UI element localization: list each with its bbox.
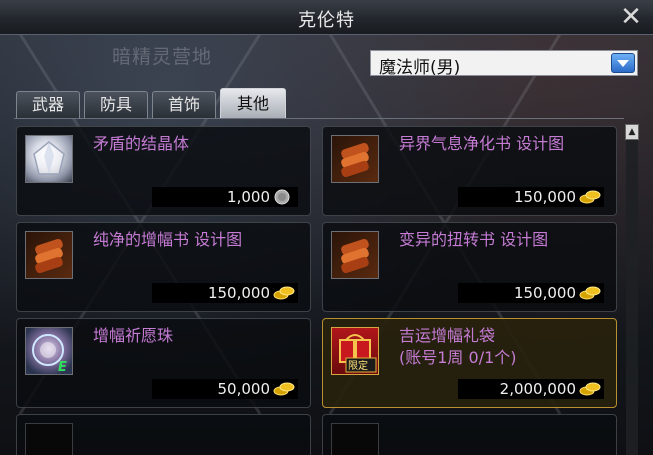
crystal-icon: [25, 135, 73, 183]
item-name: 吉运增幅礼袋 (账号1周 0/1个): [399, 326, 517, 367]
scrollbar-track[interactable]: [626, 126, 638, 455]
wish-orb-icon: E: [25, 327, 73, 375]
close-icon[interactable]: ✕: [617, 3, 645, 31]
class-select-value: 魔法师(男): [379, 58, 461, 78]
item-name: 矛盾的结晶体: [93, 134, 190, 153]
location-label: 暗精灵营地: [112, 46, 213, 68]
tab-weapons[interactable]: 武器: [16, 91, 80, 118]
gold-coin-icon: [273, 285, 295, 301]
class-select[interactable]: 魔法师(男): [370, 50, 638, 78]
shop-item[interactable]: E 增幅祈愿珠 50,000: [16, 318, 311, 408]
item-price: 150,000: [513, 284, 576, 302]
scroll-book-icon: [331, 135, 379, 183]
shop-item[interactable]: 变异的扭转书 设计图 150,000: [322, 222, 617, 312]
gold-coin-icon: [579, 381, 601, 397]
price-box: 150,000: [458, 283, 604, 303]
item-price: 150,000: [513, 188, 576, 206]
shop-item-empty: [322, 414, 617, 455]
title-bar: 克伦特 ✕: [0, 0, 653, 35]
scroll-book-icon: [25, 231, 73, 279]
item-name: 变异的扭转书 设计图: [399, 230, 549, 249]
item-badge: 限定: [348, 359, 368, 372]
scroll-book-icon: [331, 231, 379, 279]
tab-armor[interactable]: 防具: [84, 91, 148, 118]
shop-item[interactable]: 矛盾的结晶体 1,000: [16, 126, 311, 216]
price-box: 2,000,000: [458, 379, 604, 399]
shop-item[interactable]: 异界气息净化书 设计图 150,000: [322, 126, 617, 216]
gold-coin-icon: [579, 285, 601, 301]
item-price: 150,000: [207, 284, 270, 302]
price-box: 50,000: [152, 379, 298, 399]
price-box: 150,000: [458, 187, 604, 207]
chevron-down-icon[interactable]: [611, 53, 635, 73]
item-name: 增幅祈愿珠: [93, 326, 174, 345]
item-price: 1,000: [227, 188, 270, 206]
shop-item[interactable]: 纯净的增幅书 设计图 150,000: [16, 222, 311, 312]
gold-coin-icon: [273, 381, 295, 397]
empty-slot: [25, 423, 73, 455]
tab-accessories[interactable]: 首饰: [152, 91, 216, 118]
price-box: 150,000: [152, 283, 298, 303]
item-price: 2,000,000: [499, 380, 576, 398]
item-badge: E: [58, 360, 67, 374]
npc-shop-window: 克伦特 ✕ 暗精灵营地 魔法师(男) 武器 防具 首饰 其他 矛盾的结晶体 1,…: [0, 0, 653, 455]
shop-item-empty: [16, 414, 311, 455]
silver-coin-icon: [273, 189, 295, 205]
item-price: 50,000: [217, 380, 271, 398]
tab-divider: [14, 118, 624, 119]
scroll-up-icon[interactable]: ▲: [625, 124, 639, 140]
item-name: 纯净的增幅书 设计图: [93, 230, 243, 249]
gold-coin-icon: [579, 189, 601, 205]
tab-other[interactable]: 其他: [220, 88, 286, 118]
shop-item-selected[interactable]: 限定 吉运增幅礼袋 (账号1周 0/1个) 2,000,000: [322, 318, 617, 408]
price-box: 1,000: [152, 187, 298, 207]
gift-bag-icon: 限定: [331, 327, 379, 375]
item-name: 异界气息净化书 设计图: [399, 134, 565, 153]
empty-slot: [331, 423, 379, 455]
window-title: 克伦特: [298, 10, 355, 31]
